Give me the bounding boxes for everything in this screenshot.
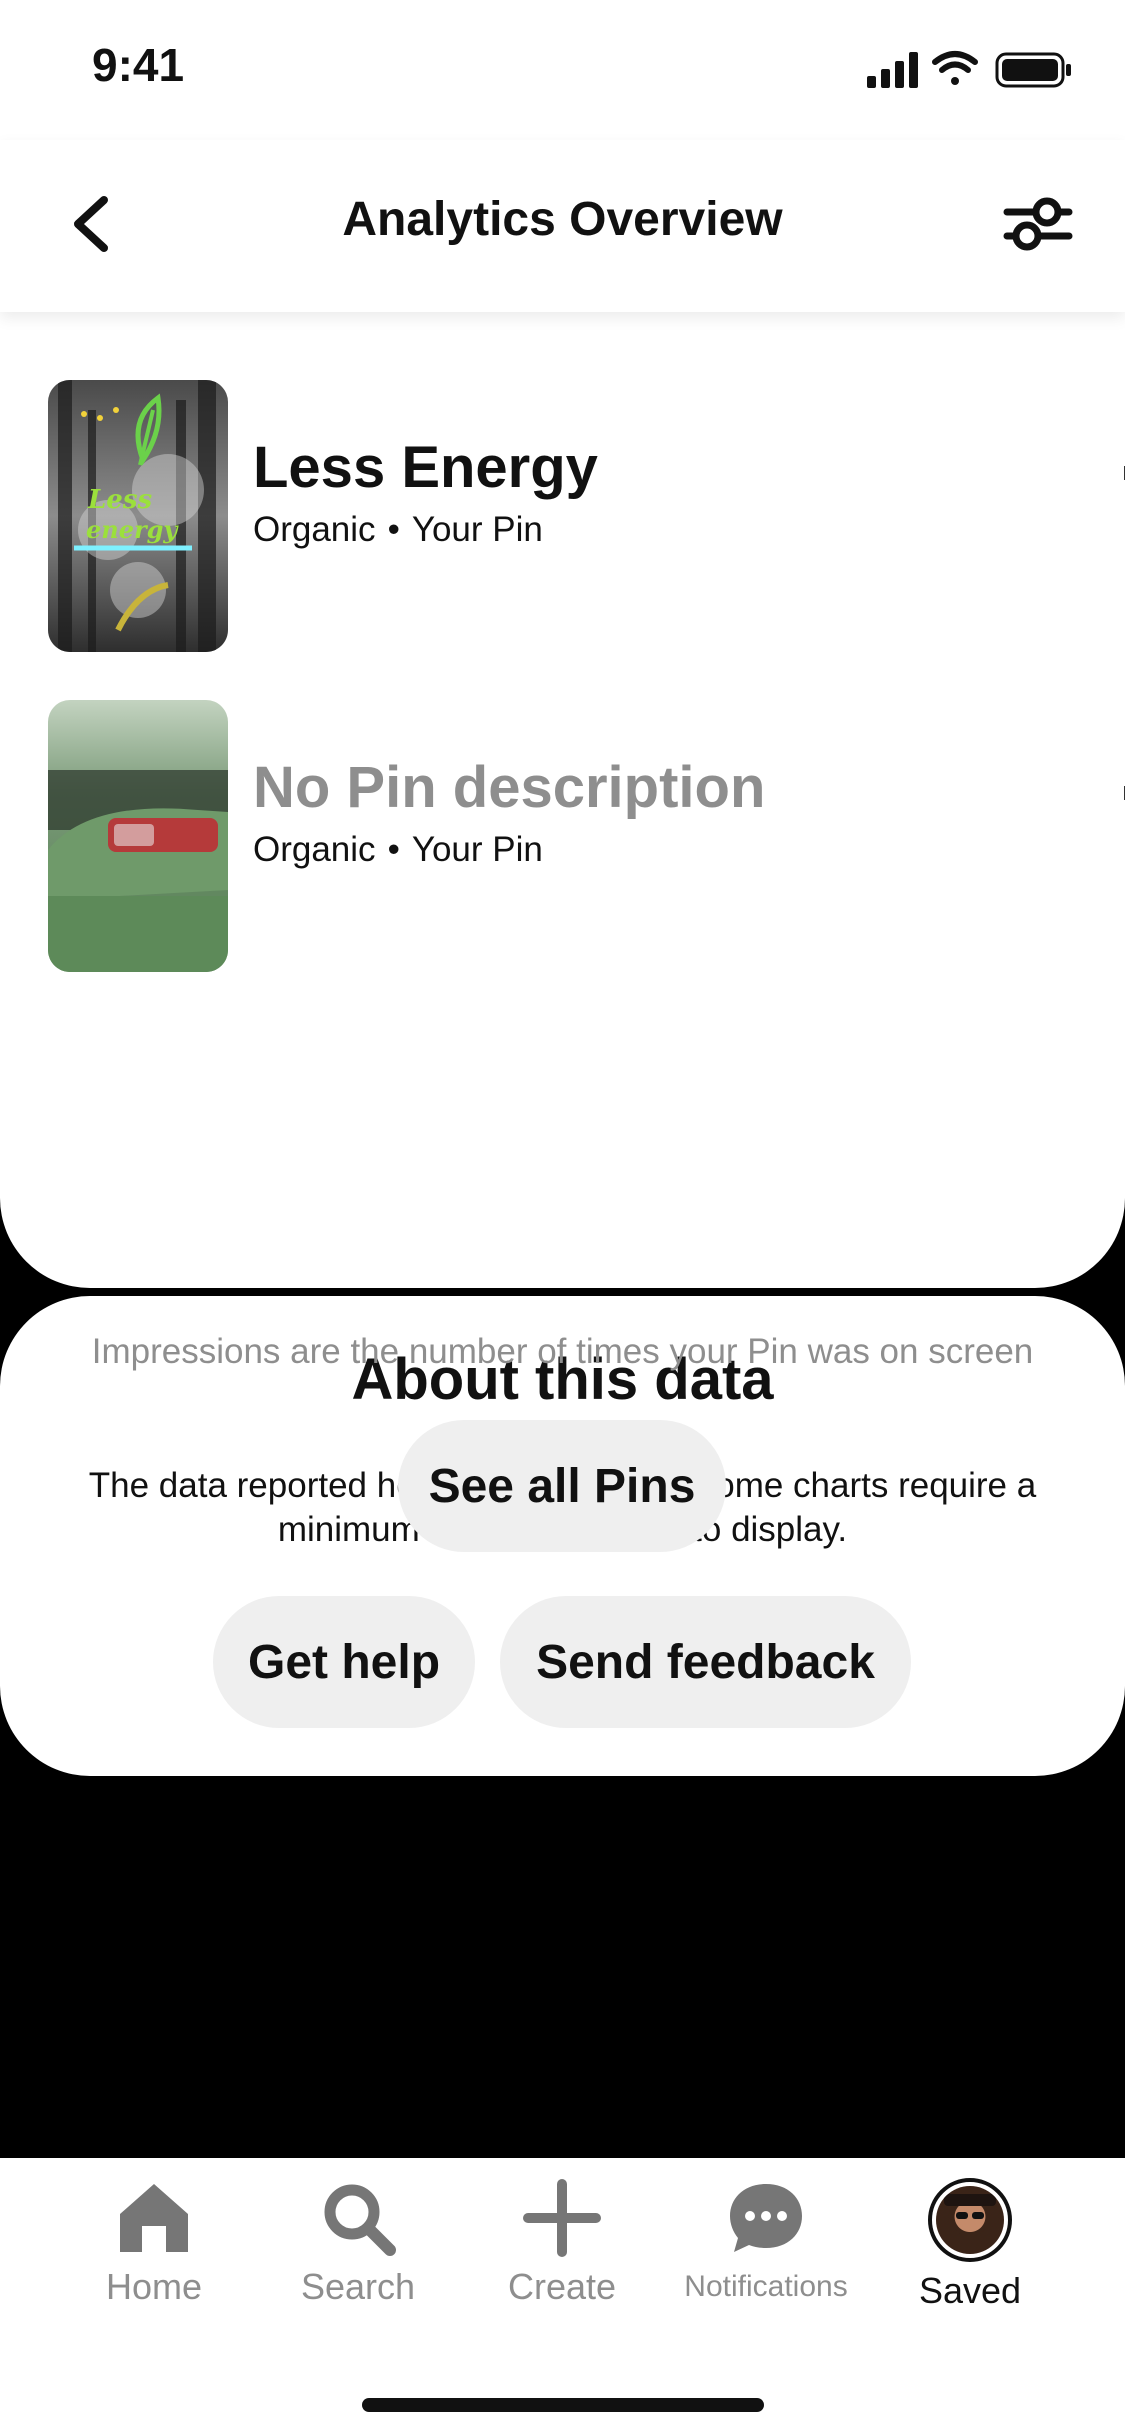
tab-label: Create: [507, 2266, 617, 2307]
plus-icon: [523, 2179, 601, 2257]
impressions-note: Impressions are the number of times your…: [91, 1332, 1034, 1371]
wifi-icon: [932, 51, 978, 85]
see-all-pins-button[interactable]: See all Pins: [398, 1420, 726, 1552]
header: Analytics Overview: [0, 140, 1125, 312]
pin-thumbnail[interactable]: Less energy: [48, 380, 228, 652]
separator-dot: •: [387, 830, 400, 869]
cellular-signal-icon: [867, 52, 918, 88]
search-icon: [324, 2184, 396, 2256]
status-icons: [867, 48, 1077, 92]
pin-subtitle: Organic • Your Pin: [253, 830, 543, 870]
pin-owner: Your Pin: [411, 510, 543, 549]
profile-photo: [936, 2186, 1004, 2254]
page-title: Analytics Overview: [342, 193, 783, 246]
tab-search[interactable]: Search: [258, 2178, 458, 2338]
filter-button[interactable]: [1003, 188, 1073, 260]
top-pins-card: Less energy Less Energy Organic • Your Pin: [0, 312, 1125, 1552]
pin-subtitle: Organic • Your Pin: [253, 510, 543, 550]
pin-row[interactable]: Less energy Less Energy Organic • Your Pin: [48, 380, 1125, 652]
battery-icon: [995, 52, 1071, 88]
home-indicator[interactable]: [362, 2398, 764, 2412]
separator-dot: •: [387, 510, 400, 549]
pin-thumbnail[interactable]: [48, 700, 228, 972]
chat-bubble-icon: [730, 2184, 802, 2252]
pin-source: Organic: [253, 830, 376, 869]
tab-saved[interactable]: Saved: [870, 2178, 1070, 2338]
pin-row[interactable]: No Pin description Organic • Your Pin: [48, 700, 1125, 972]
tab-home[interactable]: Home: [54, 2178, 254, 2338]
svg-text:Less: Less: [87, 485, 152, 515]
svg-text:energy: energy: [86, 515, 179, 544]
pin-title: Less Energy: [253, 435, 598, 500]
tab-create[interactable]: Create: [462, 2178, 662, 2338]
avatar: [928, 2178, 1012, 2262]
tab-notifications[interactable]: Notifications: [666, 2178, 866, 2338]
status-bar: 9:41: [0, 0, 1125, 140]
pin-source: Organic: [253, 510, 376, 549]
pin-title: No Pin description: [253, 755, 766, 820]
get-help-button[interactable]: Get help: [213, 1596, 475, 1728]
tab-label: Saved: [918, 2270, 1022, 2311]
tab-bar: Home Search Create Notifications Saved: [0, 2158, 1125, 2436]
status-time: 9:41: [92, 39, 185, 91]
home-icon: [120, 2184, 188, 2252]
sliders-icon: [1003, 197, 1073, 251]
send-feedback-button[interactable]: Send feedback: [500, 1596, 911, 1728]
tab-label: Notifications: [684, 2270, 848, 2303]
pin-owner: Your Pin: [411, 830, 543, 869]
tab-label: Home: [105, 2266, 203, 2307]
tab-label: Search: [300, 2266, 416, 2307]
